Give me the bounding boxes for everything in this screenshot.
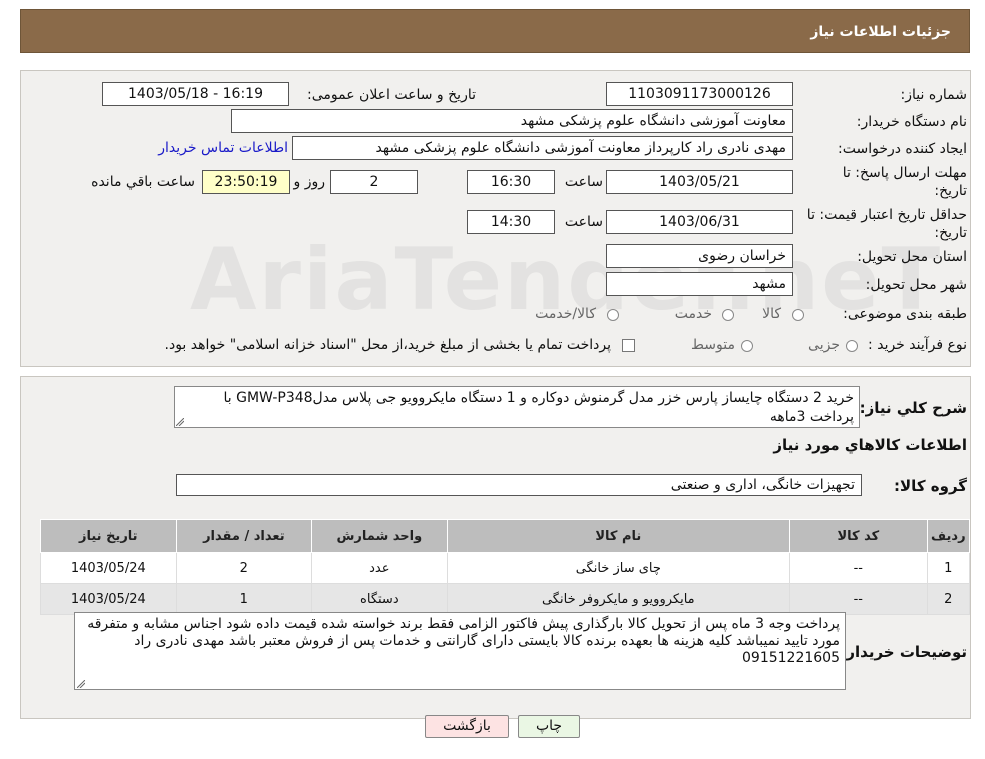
page-title: جزئیات اطلاعات نیاز [810,24,951,40]
process-radio-medium[interactable] [741,340,753,352]
buyer-contact-link[interactable]: اطلاعات تماس خریدار [158,140,288,156]
col-name: نام کالا [446,519,791,553]
page-header: جزئیات اطلاعات نیاز [20,9,970,53]
cell-row: 2 [926,583,971,615]
creator-field: مهدی نادری راد کارپرداز معاونت آموزشی دا… [292,136,793,160]
category-option-goods: کالا [762,306,781,322]
payment-note: پرداخت تمام یا بخشی از مبلغ خرید،از محل … [164,337,611,353]
process-option-medium: متوسط [691,337,735,353]
col-qty: تعداد / مقدار [175,519,313,553]
process-option-minor: جزیی [808,337,840,353]
buyer-notes-label: توضیحات خریدار: [840,643,967,661]
cell-row: 1 [926,552,971,584]
province-label: استان محل تحویل: [857,249,967,265]
need-number-field: 1103091173000126 [606,82,793,106]
cell-name: مایکروویو و مایکروفر خانگی [446,583,791,615]
summary-label: شرح کلي نياز: [859,399,967,417]
col-date: تاريخ نياز [40,519,177,553]
category-label: طبقه بندی موضوعی: [843,306,967,322]
goods-group-field: تجهیزات خانگی، اداری و صنعتی [176,474,862,496]
validity-label-line1: حداقل تاریخ اعتبار قیمت: تا [806,207,967,223]
cell-code: -- [789,583,928,615]
deadline-label-line2: تاریخ: [934,183,967,199]
category-option-service: خدمت [674,306,712,322]
city-label: شهر محل تحویل: [865,277,967,293]
back-button[interactable]: بازگشت [425,715,509,738]
cell-date: 1403/05/24 [40,552,177,584]
deadline-label-line1: مهلت ارسال پاسخ: تا [842,165,967,181]
table-row: 2 -- مایکروویو و مایکروفر خانگی دستگاه 1… [40,583,971,615]
deadline-time-label: ساعت [564,174,603,190]
table-header-row: رديف کد کالا نام کالا واحد شمارش تعداد /… [40,519,971,553]
cell-qty: 1 [175,583,313,615]
summary-text: خرید 2 دستگاه چایساز پارس خزر مدل گرمنوش… [223,390,855,425]
buyer-org-label: نام دستگاه خریدار: [856,114,967,130]
days-field: 2 [330,170,418,194]
validity-label: حداقل تاریخ اعتبار قیمت: تا تاریخ: [807,206,967,242]
days-label: روز و [293,174,326,190]
deadline-date-field: 1403/05/21 [606,170,793,194]
cell-unit: عدد [311,552,448,584]
cell-code: -- [789,552,928,584]
process-label: نوع فرآیند خرید : [868,337,967,353]
process-radio-minor[interactable] [846,340,858,352]
buyer-notes-text: پرداخت وجه 3 ماه پس از تحویل کالا بارگذا… [87,616,840,666]
category-option-goods-service: کالا/خدمت [535,306,596,322]
cell-qty: 2 [175,552,313,584]
goods-group-label: گروه کالا: [894,477,967,495]
summary-textarea: خرید 2 دستگاه چایساز پارس خزر مدل گرمنوش… [174,386,860,428]
validity-time-field: 14:30 [467,210,555,234]
validity-time-label: ساعت [564,214,603,230]
deadline-label: مهلت ارسال پاسخ: تا تاریخ: [843,164,967,200]
col-unit: واحد شمارش [311,519,448,553]
col-row: رديف [926,519,971,553]
treasury-payment-checkbox[interactable] [622,339,635,352]
category-radio-goods[interactable] [792,309,804,321]
notes-resize-handle[interactable] [77,680,85,688]
need-number-label: شماره نیاز: [900,87,968,103]
remaining-time-field: 23:50:19 [202,170,290,194]
goods-info-title: اطلاعات کالاهاي مورد نياز [773,436,967,454]
creator-label: ایجاد کننده درخواست: [838,141,967,157]
remaining-label: ساعت باقي مانده [91,174,195,190]
cell-name: چای ساز خانگی [446,552,791,584]
cell-unit: دستگاه [311,583,448,615]
announce-field: 1403/05/18 - 16:19 [102,82,289,106]
table-row: 1 -- چای ساز خانگی عدد 2 1403/05/24 [40,552,971,584]
category-radio-goods-service[interactable] [607,309,619,321]
category-radio-service[interactable] [722,309,734,321]
announce-label: تاریخ و ساعت اعلان عمومی: [307,87,476,103]
col-code: کد کالا [789,519,928,553]
print-button[interactable]: چاپ [518,715,580,738]
validity-label-line2: تاریخ: [934,225,967,241]
buyer-notes-textarea: پرداخت وجه 3 ماه پس از تحویل کالا بارگذا… [74,612,846,690]
items-table: رديف کد کالا نام کالا واحد شمارش تعداد /… [40,519,971,615]
city-field: مشهد [606,272,793,296]
validity-date-field: 1403/06/31 [606,210,793,234]
province-field: خراسان رضوی [606,244,793,268]
summary-resize-handle[interactable] [176,418,184,426]
buyer-org-field: معاونت آموزشی دانشگاه علوم پزشکی مشهد [231,109,793,133]
cell-date: 1403/05/24 [40,583,177,615]
deadline-time-field: 16:30 [467,170,555,194]
